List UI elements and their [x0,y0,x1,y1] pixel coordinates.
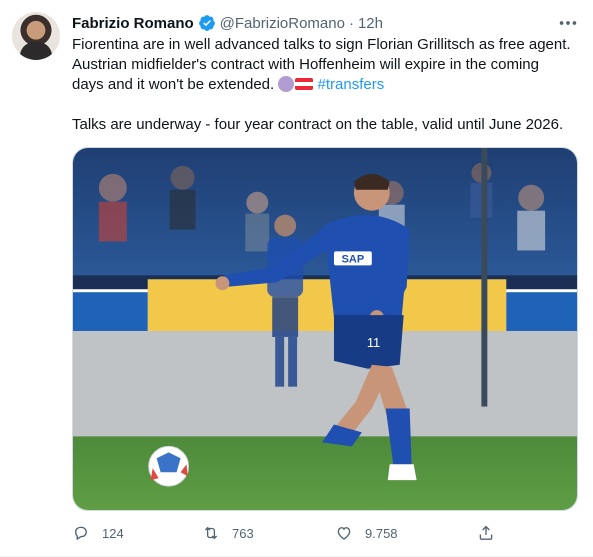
football-player-photo: SAP 11 [73,148,577,510]
heart-icon [337,527,351,540]
author-handle[interactable]: @FabrizioRomano [220,15,345,32]
tweet-card[interactable]: Fabrizio Romano @FabrizioRomano · 12h Fi… [0,0,593,557]
share-icon [479,525,493,540]
timestamp[interactable]: 12h [358,15,383,32]
tweet-text-line: days and it won't be extended. #transfer… [72,75,582,95]
austria-flag-emoji-icon [295,78,314,90]
like-count: 9.758 [365,525,398,541]
avatar-figure [20,42,52,60]
tweet-text: Fiorentina are in well advanced talks to… [72,35,582,135]
reply-icon [75,526,87,541]
share-button[interactable] [477,519,507,547]
author-name[interactable]: Fabrizio Romano [72,15,194,32]
avatar[interactable] [12,12,60,60]
tweet-text-line: Talks are underway - four year contract … [72,116,564,133]
retweet-button[interactable]: 763 [202,519,254,547]
retweet-icon [204,526,218,540]
reply-button[interactable]: 124 [72,519,124,547]
separator-dot: · [348,14,354,32]
purple-circle-emoji-icon [278,76,295,92]
tweet-actions: 124 763 9.758 [72,519,502,547]
reply-count: 124 [102,525,124,541]
jersey-sponsor: SAP [342,253,365,265]
tweet-header: Fabrizio Romano @FabrizioRomano · 12h [72,13,383,33]
like-button[interactable]: 9.758 [335,519,398,547]
hashtag-link[interactable]: #transfers [318,76,385,93]
retweet-count: 763 [232,525,254,541]
tweet-photo[interactable]: SAP 11 [72,147,578,511]
jersey-number: 11 [367,335,380,350]
verified-badge-icon [198,15,215,31]
tweet-text-segment: days and it won't be extended. [72,76,275,93]
soccer-ball [148,445,190,487]
tweet-text-line: Fiorentina are in well advanced talks to… [72,36,571,53]
more-options-icon[interactable] [557,12,579,34]
tweet-text-line: Austrian midfielder's contract with Hoff… [72,56,539,73]
